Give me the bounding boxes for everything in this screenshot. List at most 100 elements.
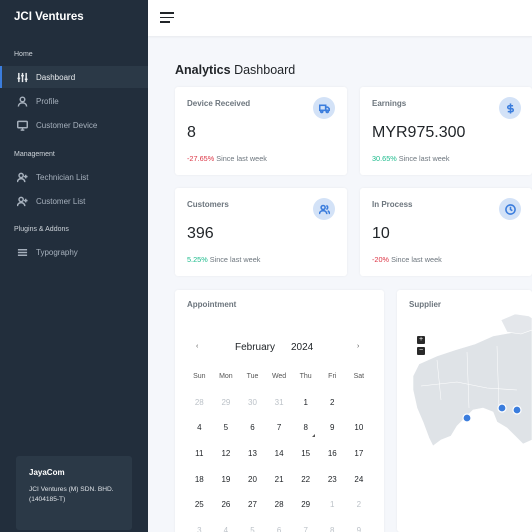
stat-change: -27.65% Since last week xyxy=(187,154,267,163)
brand-title[interactable]: JCI Ventures xyxy=(14,11,84,23)
calendar-day[interactable]: 31 xyxy=(266,398,293,407)
stat-change: 30.65% Since last week xyxy=(372,154,450,163)
calendar-day[interactable]: 8 xyxy=(292,423,319,438)
calendar-day[interactable]: 29 xyxy=(213,398,240,407)
sidebar-item-technician-list[interactable]: Technician List xyxy=(0,166,148,188)
weekday-label: Wed xyxy=(271,373,287,381)
stat-value: 8 xyxy=(187,124,196,141)
clock-icon xyxy=(499,198,521,220)
weekday-label: Fri xyxy=(328,373,337,381)
stat-change: 5.25% Since last week xyxy=(187,255,261,264)
map-marker[interactable] xyxy=(497,403,507,413)
page-title: Analytics Dashboard xyxy=(175,63,296,77)
calendar-day[interactable]: 26 xyxy=(213,500,240,509)
calendar-day[interactable]: 21 xyxy=(266,475,293,484)
calendar-day[interactable]: 6 xyxy=(266,526,293,532)
calendar-day[interactable]: 29 xyxy=(292,500,319,509)
sidebar-item-dashboard[interactable]: Dashboard xyxy=(0,66,148,88)
calendar-day[interactable]: 19 xyxy=(213,475,240,484)
weekday-label: Thu xyxy=(299,373,312,381)
calendar-week: 4 5 6 7 8 9 10 xyxy=(186,415,372,441)
supplier-card: Supplier + − xyxy=(397,290,532,532)
calendar-day[interactable]: 28 xyxy=(186,398,213,407)
calendar-day[interactable]: 1 xyxy=(292,398,319,407)
sidebar-item-profile[interactable]: Profile xyxy=(0,90,148,112)
users-icon xyxy=(313,198,335,220)
calendar-day[interactable]: 7 xyxy=(266,423,293,432)
calendar-day[interactable]: 25 xyxy=(186,500,213,509)
company-card: JayaCom JCI Ventures (M) SDN. BHD. (1404… xyxy=(16,456,132,530)
map-zoom-out-button[interactable]: − xyxy=(417,347,425,355)
sidebar-item-customer-device[interactable]: Customer Device xyxy=(0,114,148,136)
weekday-label: Mon xyxy=(219,373,233,381)
stat-label: Customers xyxy=(187,200,229,209)
dollar-icon xyxy=(499,97,521,119)
world-map[interactable] xyxy=(397,290,532,532)
calendar-day[interactable]: 3 xyxy=(186,526,213,532)
stat-label: Device Received xyxy=(187,99,251,108)
calendar-day[interactable]: 18 xyxy=(186,475,213,484)
calendar-week: 28 29 30 31 1 2 3 xyxy=(186,390,372,416)
calendar-day[interactable]: 30 xyxy=(239,398,266,407)
calendar-day[interactable]: 13 xyxy=(239,449,266,458)
sidebar-item-label: Technician List xyxy=(36,172,89,182)
calendar-day[interactable]: 22 xyxy=(292,475,319,484)
calendar-year-input[interactable]: 2024 xyxy=(291,342,313,353)
calendar-day[interactable]: 2 xyxy=(319,398,346,407)
calendar-day[interactable]: 12 xyxy=(213,449,240,458)
calendar-day[interactable]: 9 xyxy=(346,526,373,532)
sliders-icon xyxy=(16,71,28,83)
calendar-day-selected[interactable]: 3 xyxy=(345,390,373,415)
calendar-day[interactable]: 5 xyxy=(239,526,266,532)
calendar-day[interactable]: 9 xyxy=(319,423,346,432)
sidebar-item-typography[interactable]: Typography xyxy=(0,241,148,263)
calendar-day[interactable]: 1 xyxy=(319,500,346,509)
calendar-day[interactable]: 4 xyxy=(186,423,213,432)
calendar-day[interactable]: 6 xyxy=(239,423,266,432)
sidebar-item-customer-list[interactable]: Customer List xyxy=(0,190,148,212)
map-landmass-north-america xyxy=(412,329,532,447)
map-marker[interactable] xyxy=(512,405,522,415)
calendar-day[interactable]: 8 xyxy=(319,526,346,532)
stat-value: MYR975.300 xyxy=(372,124,466,141)
sidebar-item-label: Customer List xyxy=(36,196,86,206)
calendar-day[interactable]: 15 xyxy=(292,449,319,458)
calendar-month-select[interactable]: February xyxy=(235,342,275,353)
calendar-day[interactable]: 27 xyxy=(239,500,266,509)
calendar-week: 3 4 5 6 7 8 9 xyxy=(186,518,372,532)
stat-card-customers: Customers 396 5.25% Since last week xyxy=(175,188,347,276)
calendar-day[interactable]: 7 xyxy=(292,526,319,532)
stat-change: -20% Since last week xyxy=(372,255,442,264)
calendar-day[interactable]: 17 xyxy=(346,449,373,458)
stat-value: 10 xyxy=(372,225,390,242)
user-icon xyxy=(16,95,28,107)
stat-card-in-process: In Process 10 -20% Since last week xyxy=(360,188,532,276)
calendar-day[interactable]: 24 xyxy=(346,475,373,484)
weekday-row: Sun Mon Tue Wed Thu Fri Sat xyxy=(186,364,372,390)
sidebar-item-label: Profile xyxy=(36,96,59,106)
align-left-icon xyxy=(16,246,28,258)
calendar-day[interactable]: 2 xyxy=(346,500,373,509)
calendar-next-button[interactable]: › xyxy=(357,343,359,350)
map-zoom-in-button[interactable]: + xyxy=(417,336,425,344)
sidebar-item-label: Customer Device xyxy=(36,120,98,130)
user-plus-icon xyxy=(16,171,28,183)
calendar-day[interactable]: 28 xyxy=(266,500,293,509)
stat-card-earnings: Earnings MYR975.300 30.65% Since last we… xyxy=(360,87,532,175)
calendar-week: 25 26 27 28 29 1 2 xyxy=(186,492,372,518)
hamburger-menu-icon[interactable] xyxy=(160,12,174,24)
calendar-week: 11 12 13 14 15 16 17 xyxy=(186,441,372,467)
calendar-day[interactable]: 14 xyxy=(266,449,293,458)
stat-card-device-received: Device Received 8 -27.65% Since last wee… xyxy=(175,87,347,175)
calendar-day[interactable]: 16 xyxy=(319,449,346,458)
calendar-day[interactable]: 5 xyxy=(213,423,240,432)
sidebar-item-label: Typography xyxy=(36,247,78,257)
calendar-day[interactable]: 20 xyxy=(239,475,266,484)
calendar-day[interactable]: 4 xyxy=(213,526,240,532)
calendar-day[interactable]: 11 xyxy=(186,449,213,458)
section-management: Management xyxy=(14,151,55,158)
calendar-day[interactable]: 10 xyxy=(346,423,373,432)
map-marker[interactable] xyxy=(462,413,472,423)
calendar-prev-button[interactable]: ‹ xyxy=(196,343,198,350)
calendar-day[interactable]: 23 xyxy=(319,475,346,484)
